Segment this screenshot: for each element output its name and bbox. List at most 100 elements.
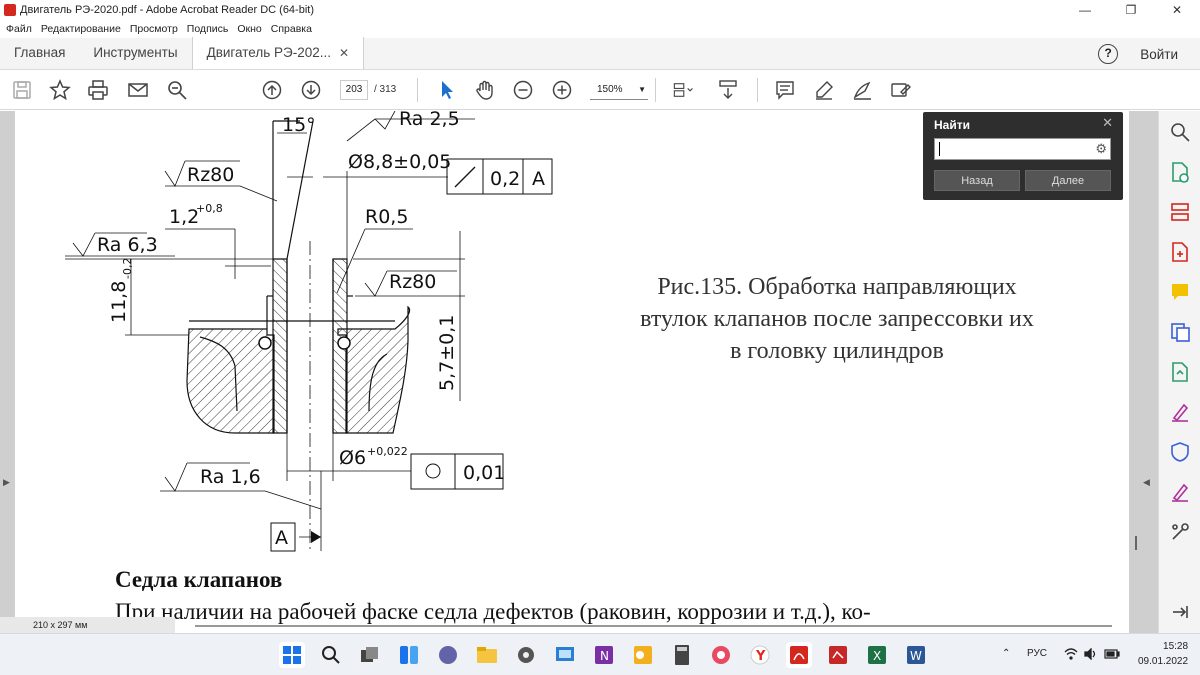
find-panel: Найти ✕ ⚙ Назад Далее: [923, 112, 1123, 200]
section-heading: Седла клапанов: [115, 567, 283, 592]
find-close-icon[interactable]: ✕: [1102, 115, 1113, 131]
red-app-icon[interactable]: [825, 642, 851, 668]
menu-view[interactable]: Просмотр: [130, 23, 178, 35]
menu-edit[interactable]: Редактирование: [41, 23, 121, 35]
tab-tools[interactable]: Инструменты: [79, 37, 191, 69]
fill-sign-icon[interactable]: [888, 78, 912, 102]
page-up-icon[interactable]: [260, 78, 284, 102]
caption-line-2: втулок клапанов после запрессовки их: [640, 306, 1034, 332]
maximize-button[interactable]: ❐: [1108, 0, 1154, 20]
draw-icon[interactable]: [850, 78, 874, 102]
create-pdf-icon[interactable]: [1169, 241, 1191, 263]
print-icon[interactable]: [86, 78, 110, 102]
toolbar-divider: [757, 78, 758, 102]
wifi-icon[interactable]: [1064, 648, 1078, 663]
page-total-label: / 313: [374, 84, 397, 95]
taskbar: N Y X W ⌃ РУС 15:28 09.01.2022: [0, 633, 1200, 675]
scrollbar-thumb[interactable]: [1135, 536, 1137, 550]
export-pdf-icon[interactable]: [1169, 161, 1191, 183]
comment-tool-icon[interactable]: [1169, 281, 1191, 303]
zoom-value: 150%: [597, 84, 623, 95]
dim-118: 11,8: [108, 281, 130, 323]
zoom-search-icon[interactable]: [165, 78, 189, 102]
dim-rz80-right: Rz80: [389, 271, 436, 293]
dim-dia6: Ø6: [339, 447, 366, 469]
signin-button[interactable]: Войти: [1140, 47, 1178, 62]
fill-sign-tool-icon[interactable]: [1169, 401, 1191, 423]
more-tools-icon[interactable]: [1169, 521, 1191, 543]
zoom-select[interactable]: 150% ▼: [590, 80, 648, 100]
excel-icon[interactable]: X: [864, 642, 890, 668]
yandex-browser-icon[interactable]: Y: [747, 642, 773, 668]
menu-file[interactable]: Файл: [6, 23, 32, 35]
tab-home[interactable]: Главная: [0, 37, 79, 69]
hand-tool-icon[interactable]: [473, 78, 497, 102]
find-label: Найти: [934, 118, 970, 132]
scroll-mode-icon[interactable]: [716, 78, 740, 102]
dim-dia6-sup: +0,022: [367, 445, 408, 458]
acrobat-icon[interactable]: [786, 642, 812, 668]
tab-close-icon[interactable]: ✕: [339, 37, 349, 69]
tab-document-label: Двигатель РЭ-202...: [206, 45, 332, 60]
widgets-icon[interactable]: [396, 642, 422, 668]
language-indicator[interactable]: РУС: [1027, 648, 1047, 659]
left-panel-toggle-icon[interactable]: ▶: [3, 477, 10, 488]
page-down-icon[interactable]: [299, 78, 323, 102]
zoom-out-icon[interactable]: [511, 78, 535, 102]
organize-pages-icon[interactable]: [1169, 201, 1191, 223]
menu-help[interactable]: Справка: [271, 23, 312, 35]
settings-icon[interactable]: [513, 642, 539, 668]
windows-start-icon[interactable]: [279, 642, 305, 668]
find-back-button[interactable]: Назад: [934, 170, 1020, 191]
protect-shield-icon[interactable]: [1169, 441, 1191, 463]
request-signature-icon[interactable]: [1169, 481, 1191, 503]
text-cursor: [939, 142, 940, 156]
right-tools-pane: [1158, 111, 1200, 633]
tab-document[interactable]: Двигатель РЭ-202... ✕: [191, 37, 365, 69]
volume-icon[interactable]: [1084, 647, 1098, 663]
help-icon[interactable]: ?: [1098, 44, 1119, 64]
right-panel-collapse-icon[interactable]: ◀: [1143, 477, 1150, 488]
tray-chevron-icon[interactable]: ⌃: [1002, 648, 1010, 659]
dim-ra25: Ra 2,5: [399, 111, 460, 130]
outlook-icon[interactable]: [630, 642, 656, 668]
menu-sign[interactable]: Подпись: [187, 23, 229, 35]
gear-icon[interactable]: ⚙: [1095, 141, 1107, 157]
highlight-pen-icon[interactable]: [812, 78, 836, 102]
save-icon[interactable]: [10, 78, 34, 102]
zoom-search-icon[interactable]: [1169, 121, 1191, 143]
onenote-icon[interactable]: N: [591, 642, 617, 668]
page-layout-icon[interactable]: [668, 78, 698, 102]
word-icon[interactable]: W: [903, 642, 929, 668]
file-explorer-icon[interactable]: [474, 642, 500, 668]
battery-icon[interactable]: [1104, 648, 1120, 663]
dim-r05: R0,5: [365, 206, 408, 228]
collapse-pane-icon[interactable]: [1169, 601, 1191, 623]
close-window-button[interactable]: ✕: [1154, 0, 1200, 20]
find-next-button[interactable]: Далее: [1025, 170, 1111, 191]
task-view-icon[interactable]: [357, 642, 383, 668]
compress-pdf-icon[interactable]: [1169, 361, 1191, 383]
menu-window[interactable]: Окно: [237, 23, 261, 35]
calculator-icon[interactable]: [669, 642, 695, 668]
search-icon[interactable]: [318, 642, 344, 668]
zoom-in-icon[interactable]: [550, 78, 574, 102]
combine-files-icon[interactable]: [1169, 321, 1191, 343]
page-number-input[interactable]: 203: [340, 80, 368, 100]
horizontal-scrollbar[interactable]: [195, 625, 1112, 627]
dim-dia88: Ø8,8±0,05: [348, 151, 451, 173]
find-input[interactable]: ⚙: [934, 138, 1111, 160]
star-icon[interactable]: [48, 78, 72, 102]
toolbar-divider: [655, 78, 656, 102]
minimize-button[interactable]: —: [1062, 0, 1108, 20]
system-clock[interactable]: 15:28 09.01.2022: [1138, 639, 1188, 669]
email-icon[interactable]: [126, 78, 150, 102]
select-cursor-icon[interactable]: [435, 78, 459, 102]
media-icon[interactable]: [708, 642, 734, 668]
snipping-icon[interactable]: [552, 642, 578, 668]
comment-icon[interactable]: [773, 78, 797, 102]
acrobat-app-icon: [4, 4, 16, 16]
toolbar-divider: [417, 78, 418, 102]
teams-chat-icon[interactable]: [435, 642, 461, 668]
clock-time: 15:28: [1163, 641, 1189, 652]
